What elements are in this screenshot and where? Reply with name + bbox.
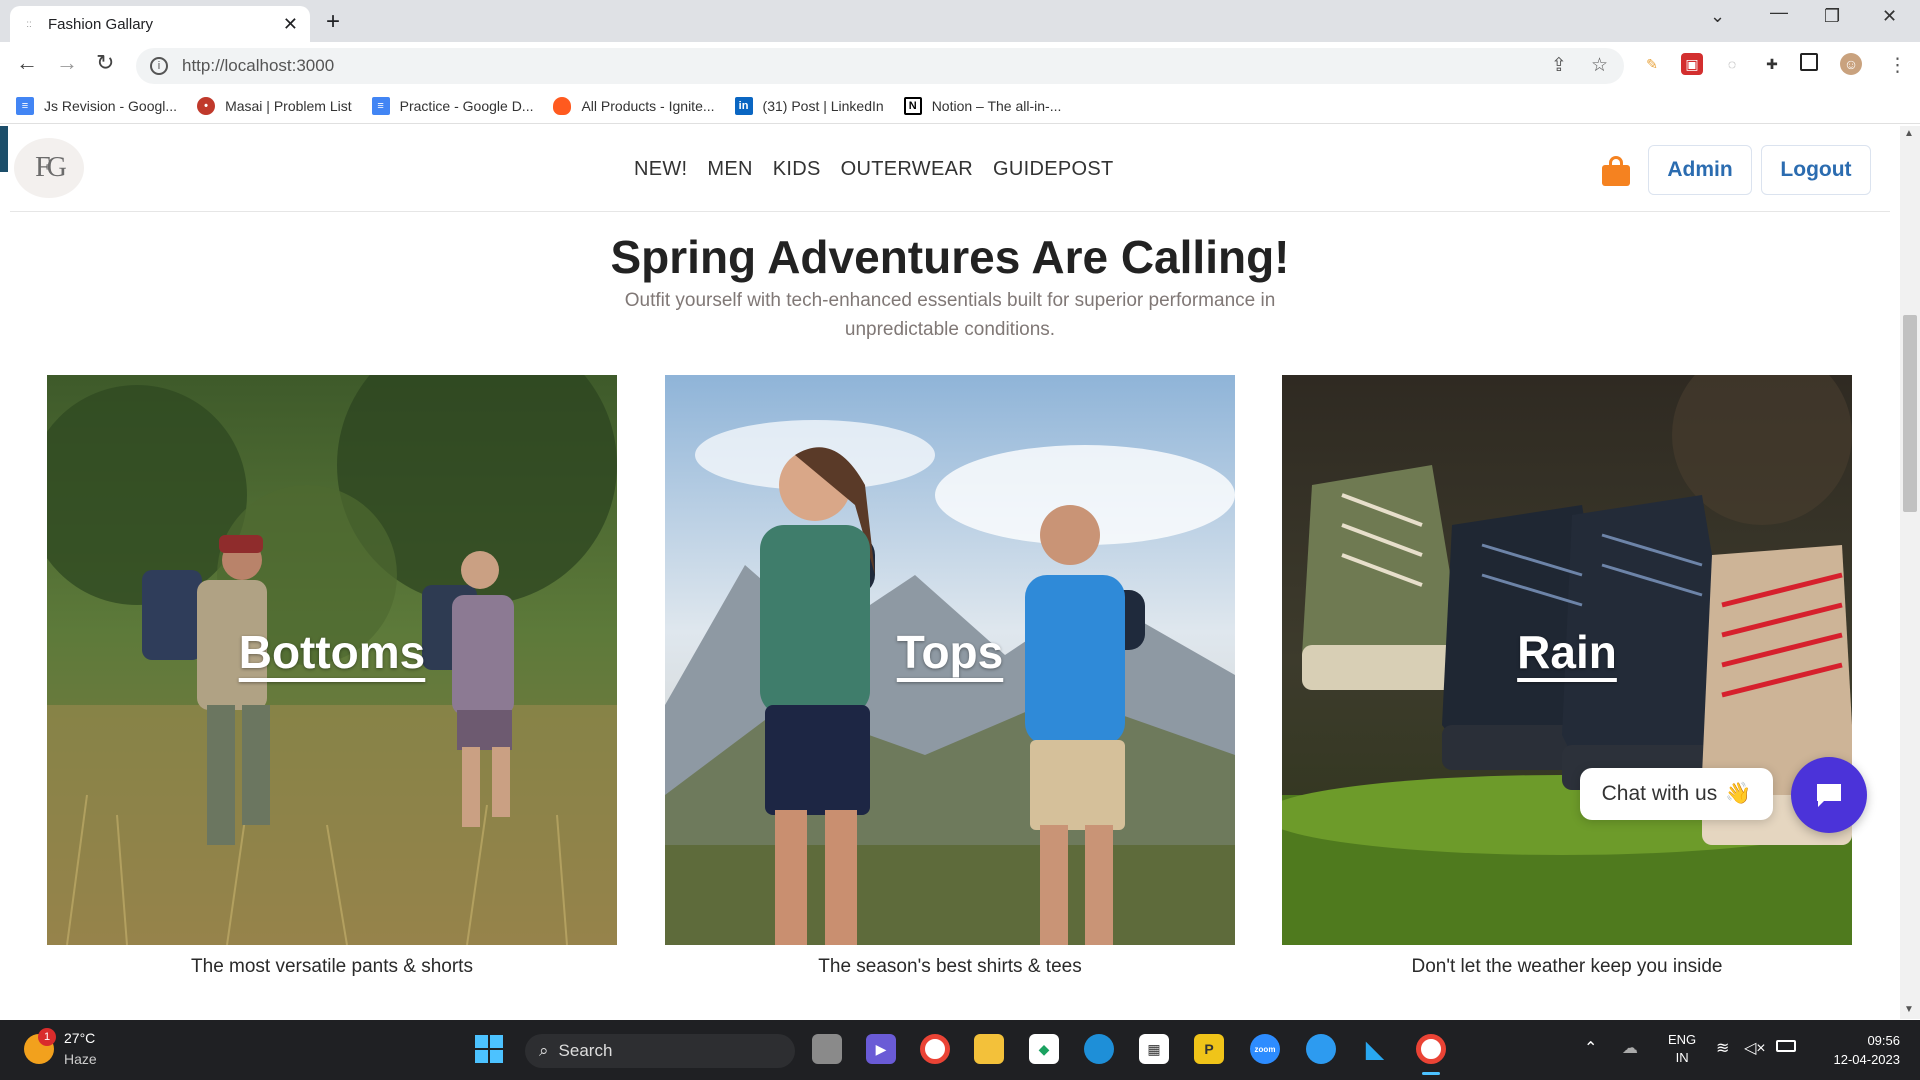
chrome-active-icon[interactable] [1416,1034,1446,1064]
extensions-puzzle-icon[interactable]: ✚ [1761,53,1783,75]
category-card-bottoms[interactable]: Bottoms The most versatile pants & short… [47,375,617,978]
zoom-icon[interactable]: zoom [1250,1034,1280,1064]
fire-icon [553,96,572,115]
scroll-down-icon[interactable]: ▼ [1904,1004,1914,1015]
left-edge-strip [0,126,8,172]
linkedin-icon: in [734,96,753,115]
browser-tab[interactable]: :: Fashion Gallary ✕ [10,6,310,42]
language-indicator[interactable]: ENG IN [1668,1031,1696,1067]
tray-cloud-icon[interactable]: ☁ [1622,1038,1638,1058]
nav-men[interactable]: MEN [707,158,752,181]
tab-search-icon[interactable]: ⌄ [1710,6,1725,27]
chat-with-us-bubble[interactable]: Chat with us 👋 [1580,768,1773,820]
bottoms-caption: The most versatile pants & shorts [191,956,473,977]
notion-icon: N [903,96,922,115]
extension-red-icon[interactable]: ▣ [1681,53,1703,75]
new-tab-icon[interactable]: + [326,8,340,36]
web-page: FG NEW! MEN KIDS OUTERWEAR GUIDEPOST Adm… [0,126,1900,1019]
side-panel-icon[interactable] [1800,53,1818,71]
tab-strip: :: Fashion Gallary ✕ + ⌄ — ❐ ✕ [0,0,1920,42]
close-window-icon[interactable]: ✕ [1882,6,1897,27]
category-card-tops[interactable]: Tops The season's best shirts & tees [665,375,1235,978]
app-blue-icon[interactable] [1306,1034,1336,1064]
shopping-bag-icon[interactable] [1602,156,1630,186]
bottoms-label[interactable]: Bottoms [47,625,617,679]
extension-circle-icon[interactable]: ◌ [1721,53,1743,75]
weather-notification-badge: 1 [38,1028,56,1046]
weather-temperature: 27°C [64,1030,96,1046]
wifi-icon[interactable]: ≋ [1716,1038,1729,1058]
active-app-indicator [1422,1072,1440,1075]
teams-chat-icon[interactable]: ▶ [866,1034,896,1064]
taskbar-search[interactable]: ⌕ Search [525,1034,795,1068]
nav-guidepost[interactable]: GUIDEPOST [993,158,1114,181]
bottoms-image[interactable]: Bottoms [47,375,617,945]
hero-title: Spring Adventures Are Calling! [610,231,1290,283]
search-icon: ⌕ [539,1041,549,1060]
weather-condition: Haze [64,1051,97,1067]
forward-icon[interactable]: → [56,50,78,76]
bookmark-item[interactable]: ≡ Practice - Google D... [371,96,533,115]
back-icon[interactable]: ← [16,50,38,76]
tops-label[interactable]: Tops [665,625,1235,679]
hero-subtitle: Outfit yourself with tech-enhanced essen… [624,290,1276,340]
page-scrollbar[interactable] [1900,126,1920,1019]
edge-icon[interactable] [1084,1034,1114,1064]
tab-close-icon[interactable]: ✕ [283,14,298,35]
browser-menu-icon[interactable]: ⋮ [1888,54,1907,77]
scrollbar-thumb[interactable] [1903,315,1917,512]
profile-avatar-icon[interactable]: ☺ [1840,53,1862,75]
tab-title: Fashion Gallary [48,15,154,33]
reload-icon[interactable]: ↻ [96,50,114,76]
minimize-icon[interactable]: — [1770,2,1788,23]
rain-image[interactable]: Rain [1282,375,1852,945]
task-view-icon[interactable] [812,1034,842,1064]
category-card-rain[interactable]: Rain Don't let the weather keep you insi… [1282,375,1852,978]
rain-caption: Don't let the weather keep you inside [1411,956,1723,977]
tops-caption: The season's best shirts & tees [818,956,1082,977]
nav-outerwear[interactable]: OUTERWEAR [841,158,973,181]
tray-chevron-up-icon[interactable]: ⌃ [1584,1038,1597,1058]
app-green-icon[interactable]: ◆ [1029,1034,1059,1064]
admin-button[interactable]: Admin [1648,145,1752,195]
chat-message-icon [1817,784,1841,807]
rain-label[interactable]: Rain [1282,625,1852,679]
bookmark-item[interactable]: ≡ Js Revision - Googl... [16,96,177,115]
chrome-icon[interactable] [920,1034,950,1064]
scroll-up-icon[interactable]: ▲ [1904,128,1914,139]
google-docs-icon: ≡ [371,96,390,115]
chat-launcher-button[interactable] [1791,757,1867,833]
bookmark-item[interactable]: N Notion – The all-in-... [903,96,1061,115]
address-bar[interactable]: i [136,48,1624,84]
share-icon[interactable]: ⇪ [1551,54,1567,77]
masai-icon: • [197,96,216,115]
windows-start-icon[interactable] [474,1034,504,1064]
bookmark-item[interactable]: in (31) Post | LinkedIn [734,96,884,115]
store-icon[interactable]: ▦ [1139,1034,1169,1064]
bookmark-star-icon[interactable]: ☆ [1591,54,1608,77]
bookmark-item[interactable]: • Masai | Problem List [197,96,352,115]
google-docs-icon: ≡ [16,96,34,115]
nav-kids[interactable]: KIDS [773,158,821,181]
volume-muted-icon[interactable]: ◁× [1744,1038,1766,1058]
nav-new[interactable]: NEW! [634,158,687,181]
app-p-icon[interactable]: P [1194,1034,1224,1064]
system-clock[interactable]: 09:56 12-04-2023 [1800,1031,1901,1069]
tab-favicon-icon: :: [26,18,32,30]
file-explorer-icon[interactable] [974,1034,1004,1064]
url-input[interactable] [182,56,782,76]
extension-pen-icon[interactable]: ✎ [1641,53,1663,75]
vscode-icon[interactable]: ◣ [1360,1034,1390,1064]
site-logo[interactable]: FG [14,138,84,198]
site-header: FG NEW! MEN KIDS OUTERWEAR GUIDEPOST Adm… [10,126,1890,212]
waving-hand-icon: 👋 [1725,782,1752,805]
tops-image[interactable]: Tops [665,375,1235,945]
battery-icon[interactable] [1776,1040,1796,1052]
bookmark-item[interactable]: All Products - Ignite... [553,96,715,115]
restore-icon[interactable]: ❐ [1824,6,1840,27]
logout-button[interactable]: Logout [1761,145,1871,195]
main-nav: NEW! MEN KIDS OUTERWEAR GUIDEPOST [634,158,1114,181]
bookmarks-bar: ≡ Js Revision - Googl... • Masai | Probl… [0,88,1920,124]
site-info-icon[interactable]: i [150,57,168,75]
